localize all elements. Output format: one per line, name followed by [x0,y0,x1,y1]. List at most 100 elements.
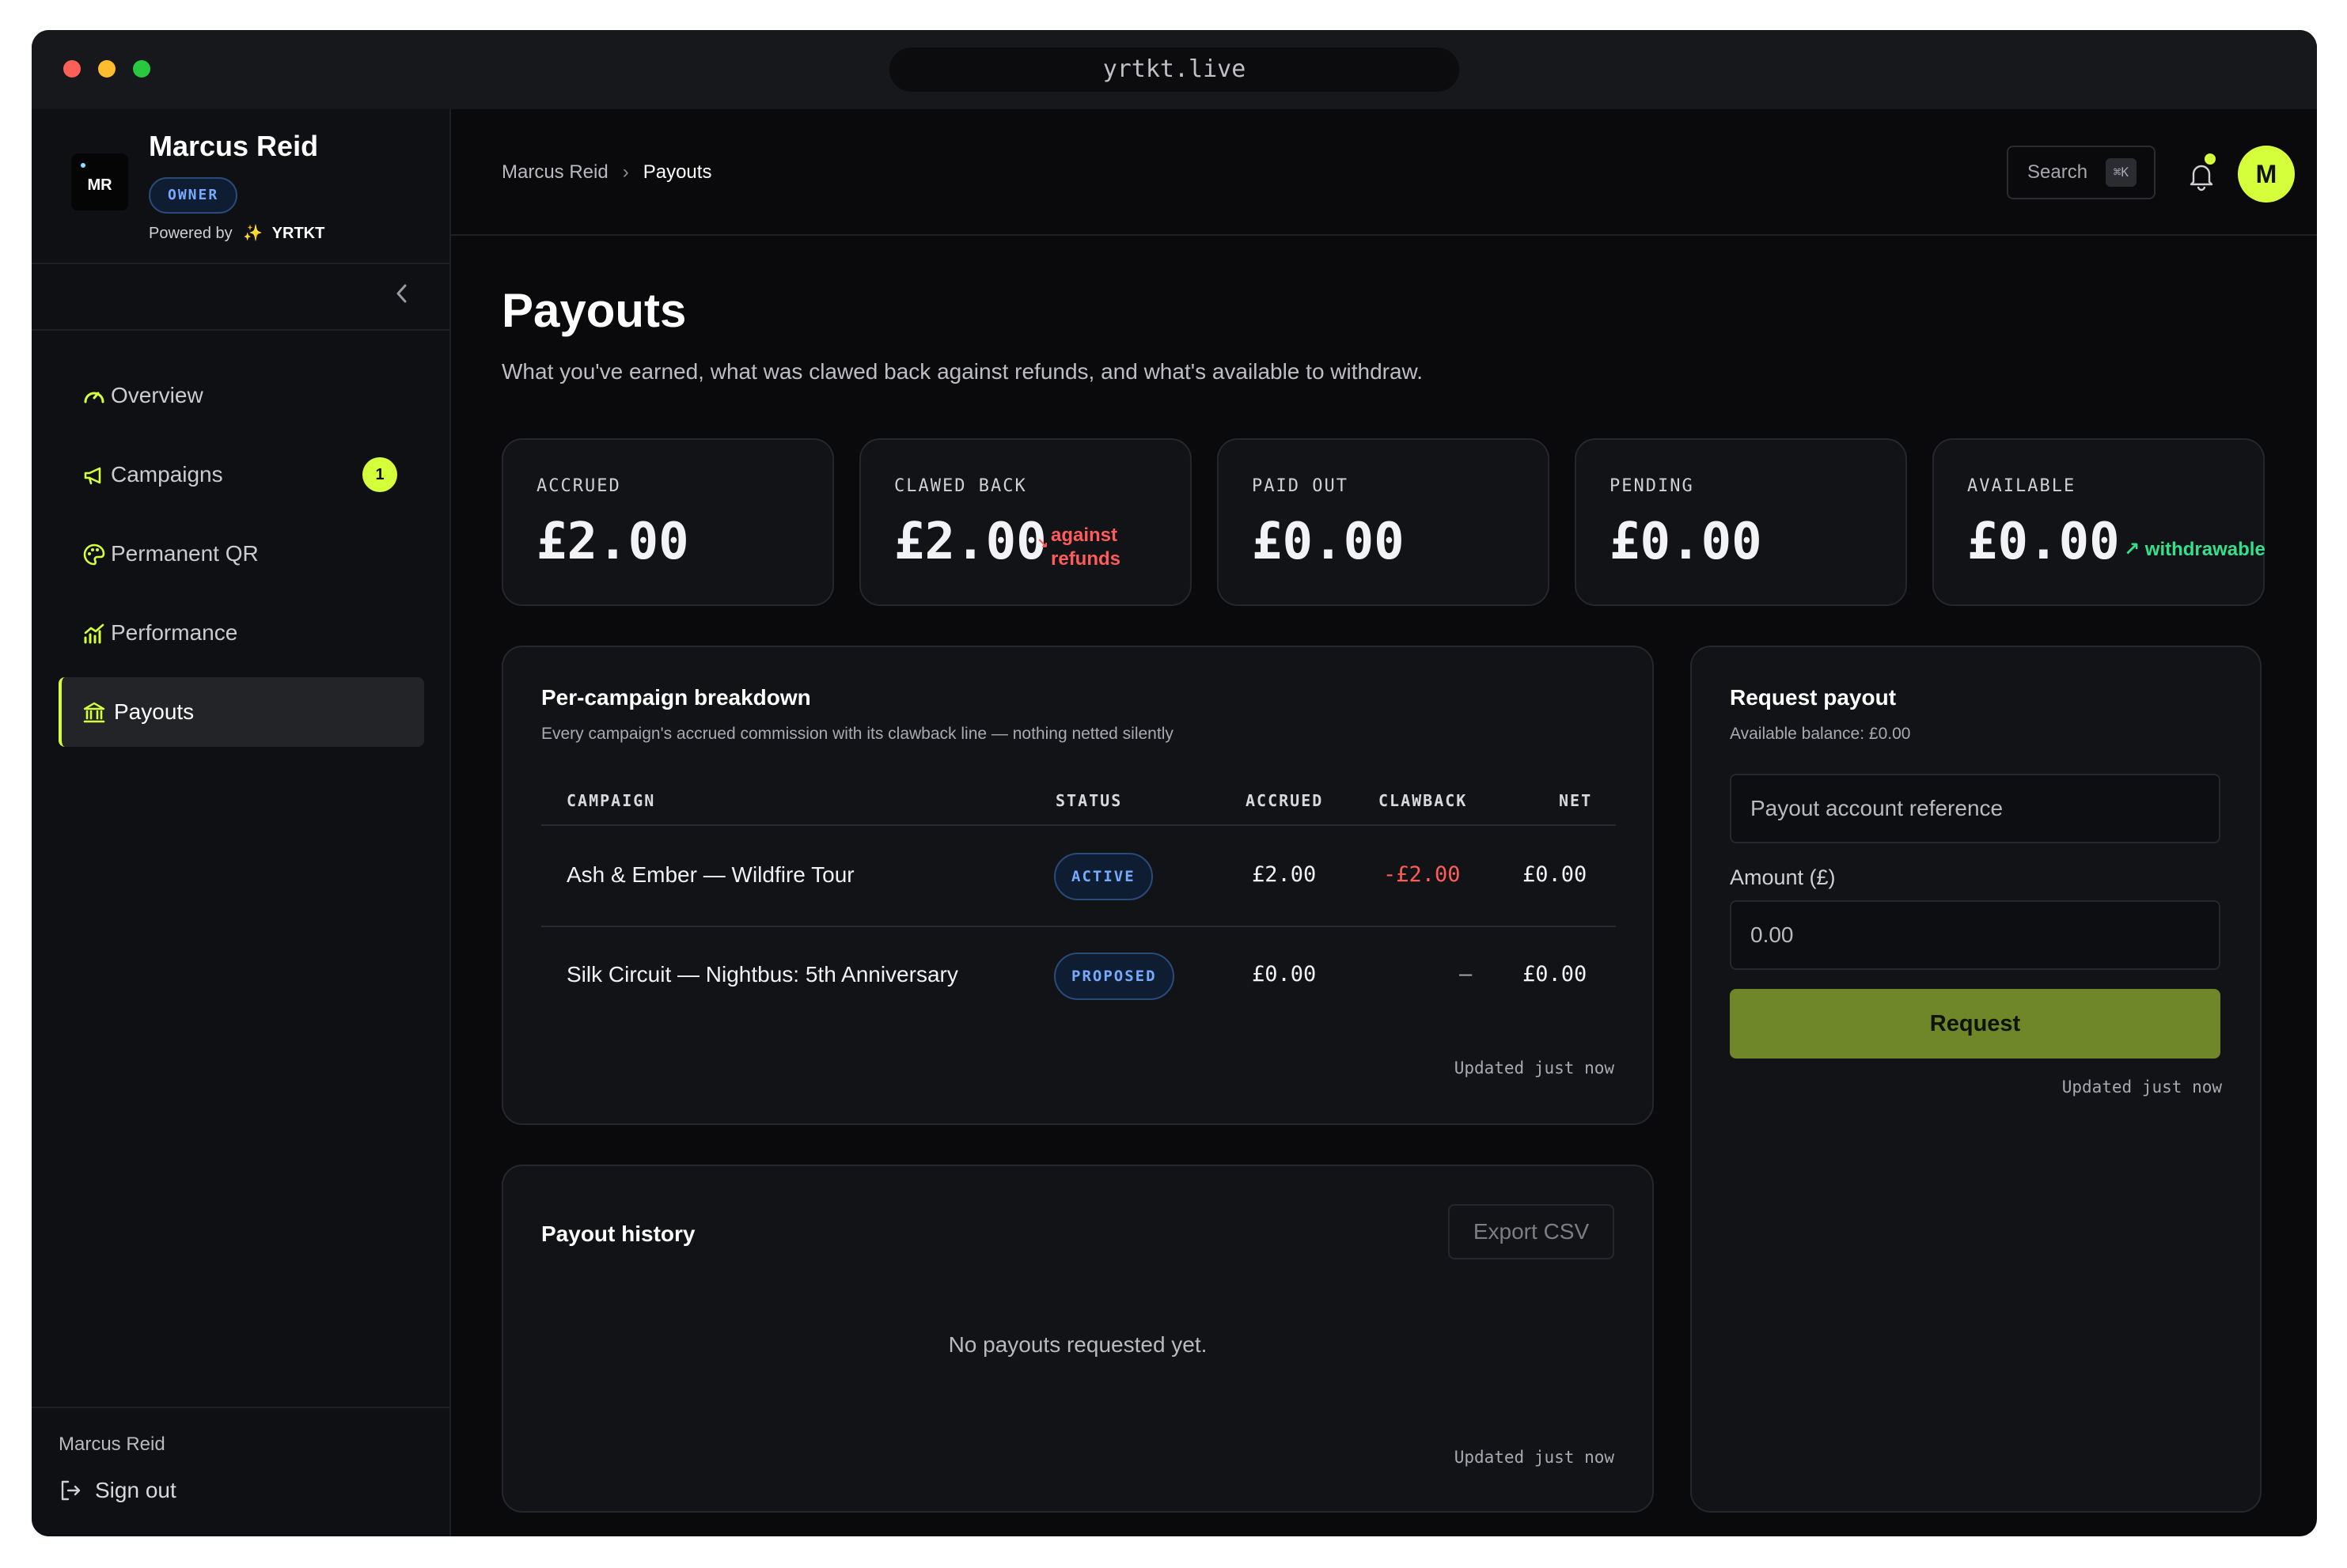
available-balance: Available balance: £0.00 [1730,725,1911,743]
clawback-value: — [1459,962,1473,987]
request-payout-card: Request payout Available balance: £0.00 … [1690,646,2262,1513]
chart-icon [84,623,104,644]
palette-icon [83,543,105,566]
chevron-left-icon [396,284,407,303]
search-shortcut: ⌘K [2105,158,2137,187]
stat-pending: PENDING £0.00 [1575,438,1907,606]
brand-logo: MR [71,153,128,210]
request-button[interactable]: Request [1730,989,2220,1059]
stat-label: CLAWED BACK [894,476,1027,496]
stat-value: £2.00 [894,513,1047,571]
col-clawback: CLAWBACK [1378,791,1468,810]
page-title: Payouts [502,284,687,337]
table-row[interactable]: Ash & Ember — Wildfire Tour ACTIVE £2.00… [541,828,1616,927]
stat-value: £0.00 [1610,513,1762,571]
sign-out-icon [61,1480,81,1501]
search-button[interactable]: Search ⌘K [2007,146,2156,199]
amount-input[interactable] [1730,900,2220,970]
breadcrumb-root[interactable]: Marcus Reid [502,161,609,184]
table-row[interactable]: Silk Circuit — Nightbus: 5th Anniversary… [541,927,1616,1027]
brand-name: Marcus Reid [149,130,319,162]
powered-by: Powered by ✨ YRTKT [149,223,324,243]
stat-available: AVAILABLE £0.00 ↗ withdrawable [1932,438,2265,606]
col-campaign: CAMPAIGN [567,791,656,810]
maximize-window-button[interactable] [133,60,150,78]
close-window-button[interactable] [63,60,81,78]
campaigns-count-badge: 1 [362,457,397,492]
title-bar: yrtkt.live [32,30,2317,109]
breadcrumb-current: Payouts [643,161,712,183]
url-bar[interactable]: yrtkt.live [889,47,1459,92]
payout-account-input[interactable] [1730,774,2220,843]
history-card: Payout history Export CSV No payouts req… [502,1165,1654,1513]
stat-label: ACCRUED [537,476,621,496]
breakdown-updated: Updated just now [1454,1059,1614,1078]
minimize-window-button[interactable] [98,60,116,78]
request-title: Request payout [1730,685,1897,710]
stat-value: £0.00 [1252,513,1405,571]
accrued-value: £2.00 [1252,862,1317,887]
col-net: NET [1559,791,1593,810]
page-subtitle: What you've earned, what was clawed back… [502,359,1424,384]
net-value: £0.00 [1522,862,1587,887]
sidebar-item-label: Payouts [114,699,195,724]
arrow-down-right-icon: ↘ [1037,536,1049,551]
brand-header: MR Marcus Reid OWNER Powered by ✨ YRTKT [32,109,449,264]
sidebar-item-label: Performance [111,620,238,645]
col-accrued: ACCRUED [1246,791,1324,810]
amount-label: Amount (£) [1730,865,1836,889]
breakdown-card: Per-campaign breakdown Every campaign's … [502,646,1654,1125]
logo-text: MR [87,176,112,194]
sidebar-item-label: Permanent QR [111,541,259,566]
search-label: Search [2027,161,2088,183]
bank-icon [83,702,105,723]
breadcrumb: Marcus Reid › Payouts [502,161,711,184]
sidebar-item-campaigns[interactable]: Campaigns 1 [59,440,424,509]
avatar[interactable]: M [2238,146,2295,203]
request-updated: Updated just now [2061,1078,2222,1096]
top-bar: Marcus Reid › Payouts Search ⌘K M [451,109,2317,236]
bell-icon[interactable] [2186,160,2217,191]
clawback-note: ↘ against refunds [1037,524,1121,571]
chevron-right-icon: › [622,161,629,183]
clawback-note-line1: against [1051,525,1118,546]
stat-accrued: ACCRUED £2.00 [502,438,834,606]
col-status: STATUS [1056,791,1123,810]
sign-out-button[interactable]: Sign out [59,1478,176,1503]
export-csv-button[interactable]: Export CSV [1448,1204,1614,1259]
sidebar-footer: Marcus Reid Sign out [32,1407,449,1536]
main-content: Marcus Reid › Payouts Search ⌘K M Payout… [451,109,2317,1536]
stat-label: PAID OUT [1252,476,1348,496]
role-badge: OWNER [149,177,238,214]
browser-window: yrtkt.live MR Marcus Reid OWNER Powered … [32,30,2317,1536]
yrtkt-logo-icon: ✨ [243,225,264,242]
footer-user-name: Marcus Reid [59,1434,165,1455]
sidebar: MR Marcus Reid OWNER Powered by ✨ YRTKT … [32,109,451,1536]
sidebar-item-label: Campaigns [111,462,223,487]
stat-value: £0.00 [1967,513,2120,571]
table-header: CAMPAIGN STATUS ACCRUED CLAWBACK NET [541,775,1616,826]
notification-dot [2205,153,2216,165]
net-value: £0.00 [1522,962,1587,987]
sidebar-item-overview[interactable]: Overview [59,361,424,430]
collapse-sidebar-button[interactable] [386,282,418,313]
logo-mark-icon [81,163,85,168]
sidebar-item-payouts[interactable]: Payouts [59,677,424,747]
clawback-note-line2: refunds [1051,548,1121,570]
status-badge: ACTIVE [1054,853,1153,900]
megaphone-icon [84,467,101,485]
status-badge: PROPOSED [1054,953,1174,1000]
sidebar-item-performance[interactable]: Performance [59,598,424,668]
stat-paid-out: PAID OUT £0.00 [1217,438,1549,606]
sidebar-nav: Overview Campaigns 1 Permanent QR Perfor… [59,361,424,756]
stat-label: PENDING [1610,476,1694,496]
campaign-name: Ash & Ember — Wildfire Tour [567,862,855,887]
breakdown-title: Per-campaign breakdown [541,685,811,710]
clawback-value: -£2.00 [1383,862,1461,887]
sidebar-item-permanent-qr[interactable]: Permanent QR [59,519,424,589]
stat-value: £2.00 [537,513,689,571]
breakdown-subtitle: Every campaign's accrued commission with… [541,725,1174,743]
campaign-name: Silk Circuit — Nightbus: 5th Anniversary [567,962,958,987]
stat-label: AVAILABLE [1967,476,2076,496]
powered-by-label: Powered by [149,225,233,242]
